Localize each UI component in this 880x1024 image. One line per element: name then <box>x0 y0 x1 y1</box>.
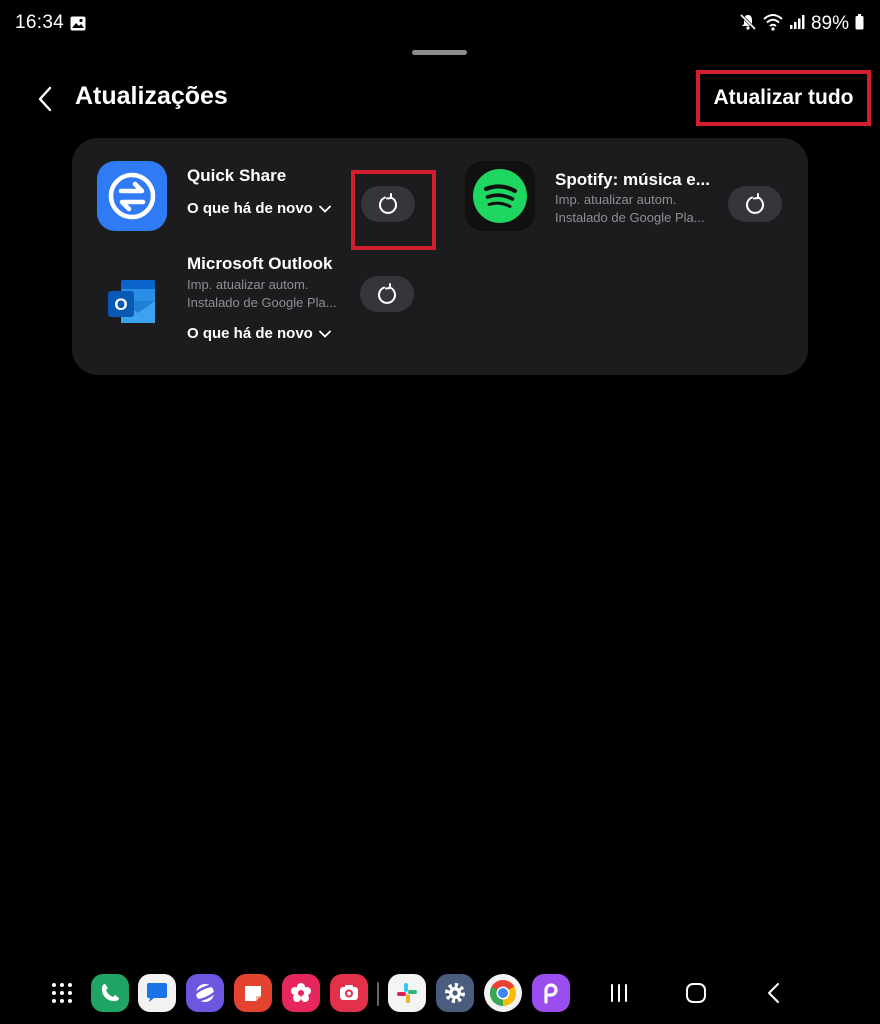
spotify-icon <box>465 161 535 231</box>
back-nav-button[interactable] <box>757 976 791 1010</box>
whats-new-label: O que há de novo <box>187 325 313 342</box>
whats-new-label: O que há de novo <box>187 200 313 217</box>
status-bar: 16:34 89% <box>0 0 880 48</box>
status-time: 16:34 <box>15 12 65 33</box>
update-button[interactable] <box>360 276 414 312</box>
app-name: Spotify: música e... <box>555 170 710 189</box>
settings-icon[interactable] <box>436 974 474 1012</box>
messages-icon[interactable] <box>138 974 176 1012</box>
update-button[interactable] <box>728 186 782 222</box>
wifi-icon <box>763 13 783 36</box>
install-source: Instalado de Google Pla... <box>555 210 705 225</box>
app-item-spotify[interactable]: Spotify: música e... Imp. atualizar auto… <box>440 138 808 248</box>
whats-new-toggle[interactable]: O que há de novo <box>187 200 331 217</box>
highlight-annotation <box>351 170 436 250</box>
app-name: Microsoft Outlook <box>187 254 333 273</box>
notes-icon[interactable] <box>234 974 272 1012</box>
internet-icon[interactable] <box>186 974 224 1012</box>
phone-icon[interactable] <box>91 974 129 1012</box>
recents-nav-icon <box>611 984 627 1002</box>
mute-icon <box>739 13 757 36</box>
chrome-icon[interactable] <box>484 974 522 1012</box>
chevron-down-icon <box>318 330 331 338</box>
camera-icon[interactable] <box>330 974 368 1012</box>
taskbar <box>0 968 880 1020</box>
picsart-icon[interactable] <box>532 974 570 1012</box>
auto-update-status: Imp. atualizar autom. <box>187 277 309 292</box>
battery-percentage: 89% <box>810 13 849 34</box>
whats-new-toggle[interactable]: O que há de novo <box>187 325 331 342</box>
recents-nav-button[interactable] <box>602 976 636 1010</box>
home-nav-button[interactable] <box>679 976 713 1010</box>
app-name: Quick Share <box>187 166 287 185</box>
quick-share-icon <box>97 161 167 231</box>
gallery-flower-icon[interactable] <box>282 974 320 1012</box>
refresh-icon <box>746 193 764 214</box>
app-drawer-icon[interactable] <box>43 974 81 1012</box>
updates-card: Quick Share O que há de novo Spotify: mú… <box>72 138 808 375</box>
update-all-label: Atualizar tudo <box>713 86 854 109</box>
slack-icon[interactable] <box>388 974 426 1012</box>
back-button[interactable] <box>30 82 60 116</box>
auto-update-status: Imp. atualizar autom. <box>555 192 677 207</box>
back-nav-icon <box>768 983 779 1003</box>
chevron-left-icon <box>38 86 52 112</box>
home-nav-icon <box>686 983 706 1003</box>
install-source: Instalado de Google Pla... <box>187 295 337 310</box>
battery-icon <box>855 13 864 35</box>
outlook-icon: O <box>97 267 167 337</box>
dock-separator <box>377 982 379 1006</box>
chevron-down-icon <box>318 205 331 213</box>
app-item-outlook[interactable]: O Microsoft Outlook Imp. atualizar autom… <box>72 248 440 368</box>
gallery-icon <box>70 16 86 31</box>
grab-handle[interactable] <box>412 50 467 55</box>
refresh-icon <box>378 283 396 304</box>
update-all-button[interactable]: Atualizar tudo <box>696 70 871 126</box>
svg-text:O: O <box>114 295 127 314</box>
page-title: Atualizações <box>75 82 228 110</box>
status-icons: 89% <box>739 12 864 36</box>
signal-icon <box>789 14 805 35</box>
